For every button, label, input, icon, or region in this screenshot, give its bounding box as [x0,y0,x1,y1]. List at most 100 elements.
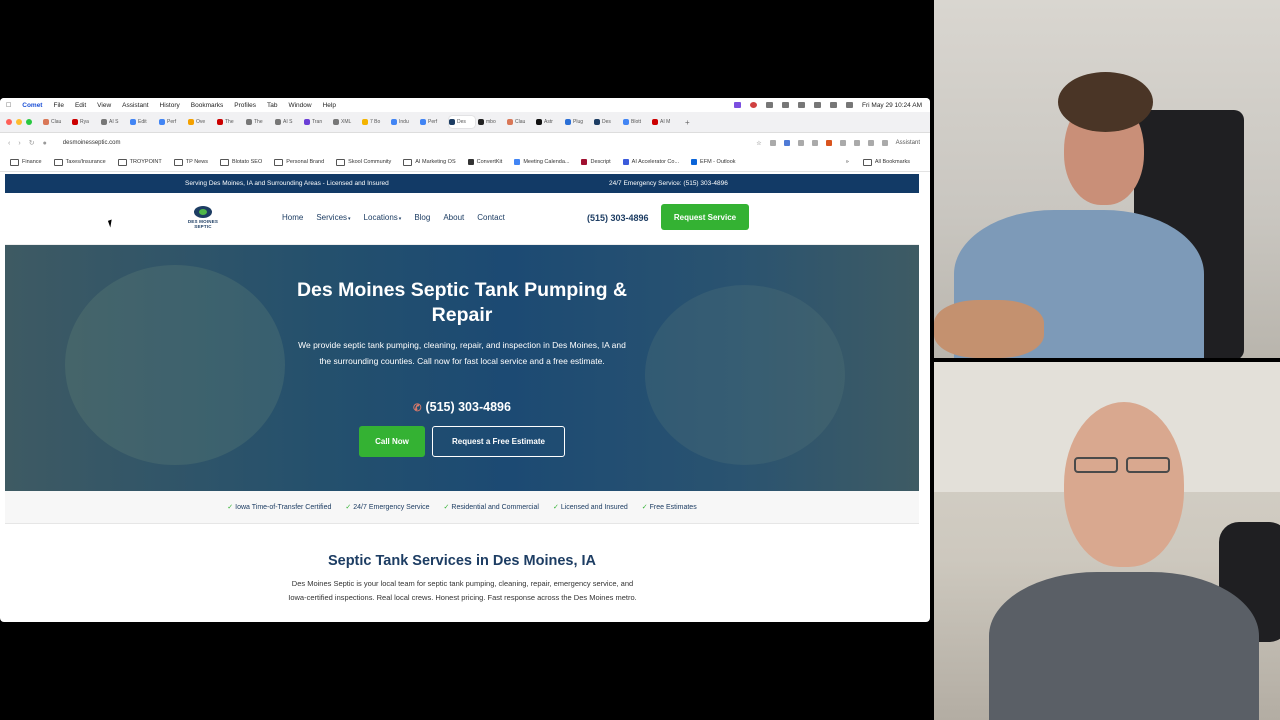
nav-home[interactable]: Home [282,213,303,222]
bookmark-item[interactable]: Blotato SEO [219,158,262,166]
bookmark-item[interactable]: Skool Community [336,158,391,166]
extension-icon[interactable] [783,140,790,146]
menubar-datetime[interactable]: Fri May 29 10:24 AM [862,102,922,109]
extension-icon[interactable] [811,140,818,146]
bookmark-label: Descript [590,159,611,165]
browser-tab[interactable]: Ove [188,116,214,128]
new-tab-icon[interactable]: + [685,118,690,127]
battery-icon[interactable] [782,102,790,108]
nav-about[interactable]: About [443,213,464,222]
screen-record-icon[interactable] [734,102,742,108]
menu-view[interactable]: View [97,102,111,109]
assistant-button[interactable]: Assistant [896,140,920,146]
request-service-button[interactable]: Request Service [661,204,749,230]
close-window-icon[interactable] [6,119,12,125]
bookmark-star-icon[interactable]: ☆ [756,140,761,147]
downloads-icon[interactable] [839,140,846,146]
nav-contact[interactable]: Contact [477,213,505,222]
extension-icon[interactable] [797,140,804,146]
browser-tab[interactable]: Rya [72,116,98,128]
browser-tab[interactable]: The [217,116,243,128]
control-center-icon[interactable] [846,102,854,108]
menu-history[interactable]: History [160,102,180,109]
badge-item: ✓ Licensed and Insured [553,503,628,511]
site-info-icon[interactable]: ● [43,140,47,147]
bookmark-item[interactable]: EFM - Outlook [691,159,736,166]
apple-icon[interactable]:  [6,102,11,109]
menu-edit[interactable]: Edit [75,102,86,109]
nav-locations[interactable]: Locations▾ [364,213,402,222]
menu-window[interactable]: Window [288,102,311,109]
check-icon: ✓ [641,504,648,511]
menu-profiles[interactable]: Profiles [234,102,256,109]
free-estimate-button[interactable]: Request a Free Estimate [432,426,565,457]
address-bar[interactable]: desmoinesseptic.com [63,140,121,146]
browser-tab[interactable]: Clau [43,116,69,128]
browser-tab[interactable]: Des [594,116,620,128]
browser-tab[interactable]: Perf [159,116,185,128]
menu-bookmarks[interactable]: Bookmarks [191,102,224,109]
browser-tab[interactable]: Des [449,116,475,128]
browser-tab[interactable]: Blott [623,116,649,128]
back-icon[interactable]: ‹ [8,140,10,147]
bookmark-item[interactable]: TROYPOINT [117,158,162,166]
recording-icon[interactable] [750,102,758,108]
tab-favicon-icon [43,119,49,125]
bookmark-item[interactable]: Meeting Calenda... [514,159,569,166]
browser-tab[interactable]: Perf [420,116,446,128]
browser-tab[interactable]: Astr [536,116,562,128]
services-section-title: Septic Tank Services in Des Moines, IA [327,553,597,569]
bookmark-item[interactable]: ConvertKit [467,159,502,166]
site-logo[interactable]: DES MOINES SEPTIC [179,205,227,229]
browser-tab[interactable]: AI S [101,116,127,128]
browser-tab[interactable]: mbo [478,116,504,128]
browser-tab[interactable]: Clau [507,116,533,128]
siri-icon[interactable] [830,102,838,108]
glasses [1074,457,1118,473]
forward-icon[interactable]: › [18,140,20,147]
all-bookmarks[interactable]: All Bookmarks [862,158,910,166]
menu-icon[interactable] [881,140,888,146]
bookmark-item[interactable]: Descript [581,159,611,166]
browser-tab[interactable]: Tran [304,116,330,128]
reload-icon[interactable]: ↻ [29,139,35,147]
browser-tab[interactable]: XML [333,116,359,128]
extension-icon[interactable] [867,140,874,146]
extension-icon[interactable] [825,140,832,146]
bookmark-item[interactable]: Taxes/Insurance [53,158,106,166]
bookmark-item[interactable]: TP News [173,158,208,166]
share-icon[interactable] [769,140,776,146]
hero-phone[interactable]: ✆ (515) 303-4896 [5,400,919,414]
menu-tab[interactable]: Tab [267,102,277,109]
menu-help[interactable]: Help [323,102,336,109]
wifi-icon[interactable] [798,102,806,108]
control-icon[interactable] [766,102,774,108]
spotlight-icon[interactable] [814,102,822,108]
chevron-down-icon: ▾ [348,216,351,222]
menu-app-name[interactable]: Comet [22,102,42,109]
tab-favicon-icon [275,119,281,125]
browser-tab[interactable]: AI M [652,116,678,128]
header-phone[interactable]: (515) 303-4896 [587,213,649,223]
topbar-emergency-phone[interactable]: 24/7 Emergency Service: (515) 303-4896 [609,180,728,187]
call-now-button[interactable]: Call Now [359,426,425,457]
browser-tab[interactable]: The [246,116,272,128]
menu-file[interactable]: File [53,102,63,109]
bookmark-item[interactable]: Personal Brand [274,158,324,166]
bookmark-item[interactable]: AI Marketing OS [403,158,456,166]
check-icon: ✓ [345,504,352,511]
extension-icon[interactable] [853,140,860,146]
browser-tab[interactable]: 7 Bo [362,116,388,128]
bookmark-item[interactable]: Finance [10,158,42,166]
nav-services[interactable]: Services▾ [316,213,350,222]
menu-assistant[interactable]: Assistant [122,102,148,109]
browser-tab[interactable]: AI S [275,116,301,128]
minimize-window-icon[interactable] [16,119,22,125]
browser-tab[interactable]: Plug [565,116,591,128]
bookmarks-more-icon[interactable]: » [846,159,849,165]
bookmark-item[interactable]: AI Accelerator Co... [622,159,679,166]
nav-blog[interactable]: Blog [414,213,430,222]
browser-tab[interactable]: Edit [130,116,156,128]
zoom-window-icon[interactable] [26,119,32,125]
browser-tab[interactable]: Indu [391,116,417,128]
